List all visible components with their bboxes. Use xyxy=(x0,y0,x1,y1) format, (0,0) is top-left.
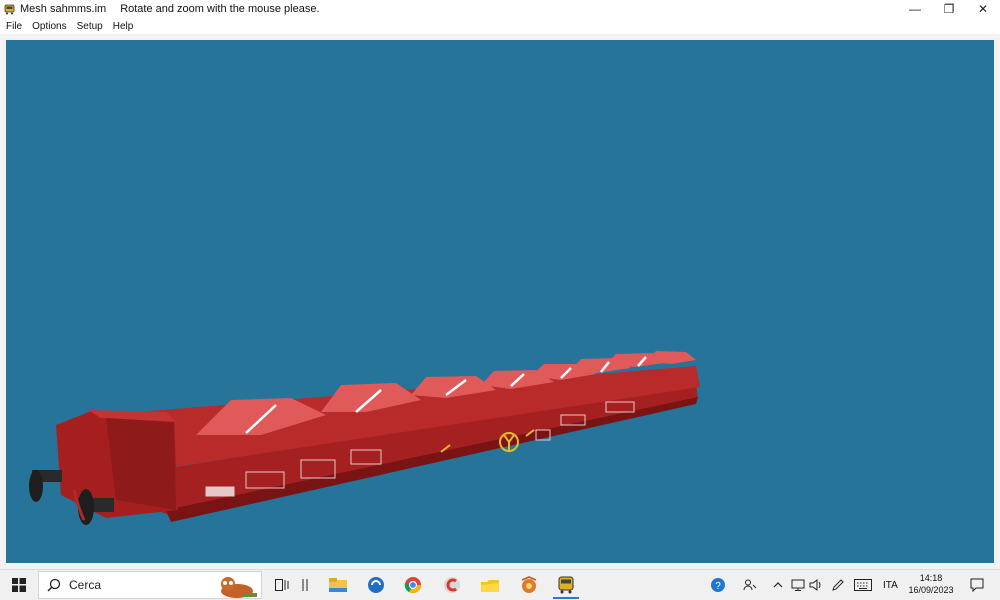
taskbar-app-blue[interactable] xyxy=(361,570,391,600)
train-app-icon xyxy=(558,576,574,594)
restore-button[interactable]: ❐ xyxy=(932,0,966,18)
start-button[interactable] xyxy=(4,570,34,600)
tray-pen-button[interactable] xyxy=(828,570,848,600)
keyboard-icon xyxy=(854,579,872,591)
tray-overflow-button[interactable] xyxy=(769,570,787,600)
search-placeholder: Cerca xyxy=(69,578,102,592)
taskbar: Cerca ? ITA 14:18 16/09/2023 xyxy=(0,569,1000,600)
taskbar-file-explorer[interactable] xyxy=(323,570,353,600)
help-icon: ? xyxy=(711,578,725,592)
widgets-icon xyxy=(302,579,308,591)
language-indicator[interactable]: ITA xyxy=(883,580,898,591)
speaker-icon xyxy=(809,579,821,591)
file-explorer-icon xyxy=(329,578,347,592)
widgets-button[interactable] xyxy=(296,570,314,600)
window-controls: — ❐ ✕ xyxy=(898,0,1000,18)
search-icon xyxy=(47,578,61,592)
task-view-button[interactable] xyxy=(270,570,294,600)
taskbar-train-app[interactable] xyxy=(551,570,581,600)
menu-options[interactable]: Options xyxy=(27,21,71,32)
taskbar-chrome[interactable] xyxy=(398,570,428,600)
tray-network-button[interactable] xyxy=(789,570,807,600)
taskbar-search[interactable]: Cerca xyxy=(38,571,262,599)
folder-icon xyxy=(481,580,499,592)
window-hint: Rotate and zoom with the mouse please. xyxy=(120,3,320,15)
pen-icon xyxy=(832,579,844,591)
photo-app-icon xyxy=(521,576,537,593)
task-view-icon xyxy=(275,579,289,591)
notification-center-button[interactable] xyxy=(965,570,989,600)
windows-logo-icon xyxy=(12,578,26,592)
taskbar-clock[interactable]: 14:18 16/09/2023 xyxy=(900,572,962,596)
application-window: Mesh sahmms.im Rotate and zoom with the … xyxy=(0,0,1000,600)
red-panda-search-highlight-icon xyxy=(221,577,257,598)
tray-keyboard-button[interactable] xyxy=(851,570,875,600)
blue-app-icon xyxy=(368,577,384,593)
notification-icon xyxy=(970,578,984,592)
taskbar-photo-app[interactable] xyxy=(514,570,544,600)
minimize-button[interactable]: — xyxy=(898,0,932,18)
svg-text:?: ? xyxy=(715,581,721,592)
chrome-icon xyxy=(404,577,422,594)
close-button[interactable]: ✕ xyxy=(966,0,1000,18)
app-train-icon xyxy=(4,4,15,15)
menu-help[interactable]: Help xyxy=(108,21,139,32)
taskbar-folder[interactable] xyxy=(475,570,505,600)
menu-file[interactable]: File xyxy=(0,21,27,32)
tray-volume-button[interactable] xyxy=(807,570,825,600)
wagon-model xyxy=(29,351,700,525)
clock-date: 16/09/2023 xyxy=(908,585,954,595)
chevron-up-icon xyxy=(773,582,783,588)
taskbar-ccleaner[interactable] xyxy=(437,570,467,600)
menu-setup[interactable]: Setup xyxy=(72,21,108,32)
network-icon xyxy=(791,579,805,591)
menu-bar: File Options Setup Help xyxy=(0,18,1000,34)
title-bar: Mesh sahmms.im Rotate and zoom with the … xyxy=(0,0,1000,18)
3d-viewport[interactable] xyxy=(6,40,994,563)
window-title: Mesh sahmms.im xyxy=(20,3,107,15)
ccleaner-icon xyxy=(444,577,460,593)
tray-help-icon-button[interactable]: ? xyxy=(706,570,730,600)
people-icon xyxy=(743,579,757,591)
active-app-indicator xyxy=(553,597,579,599)
viewport-frame xyxy=(0,34,1000,569)
clock-time: 14:18 xyxy=(919,573,943,583)
tray-people-button[interactable] xyxy=(739,570,761,600)
